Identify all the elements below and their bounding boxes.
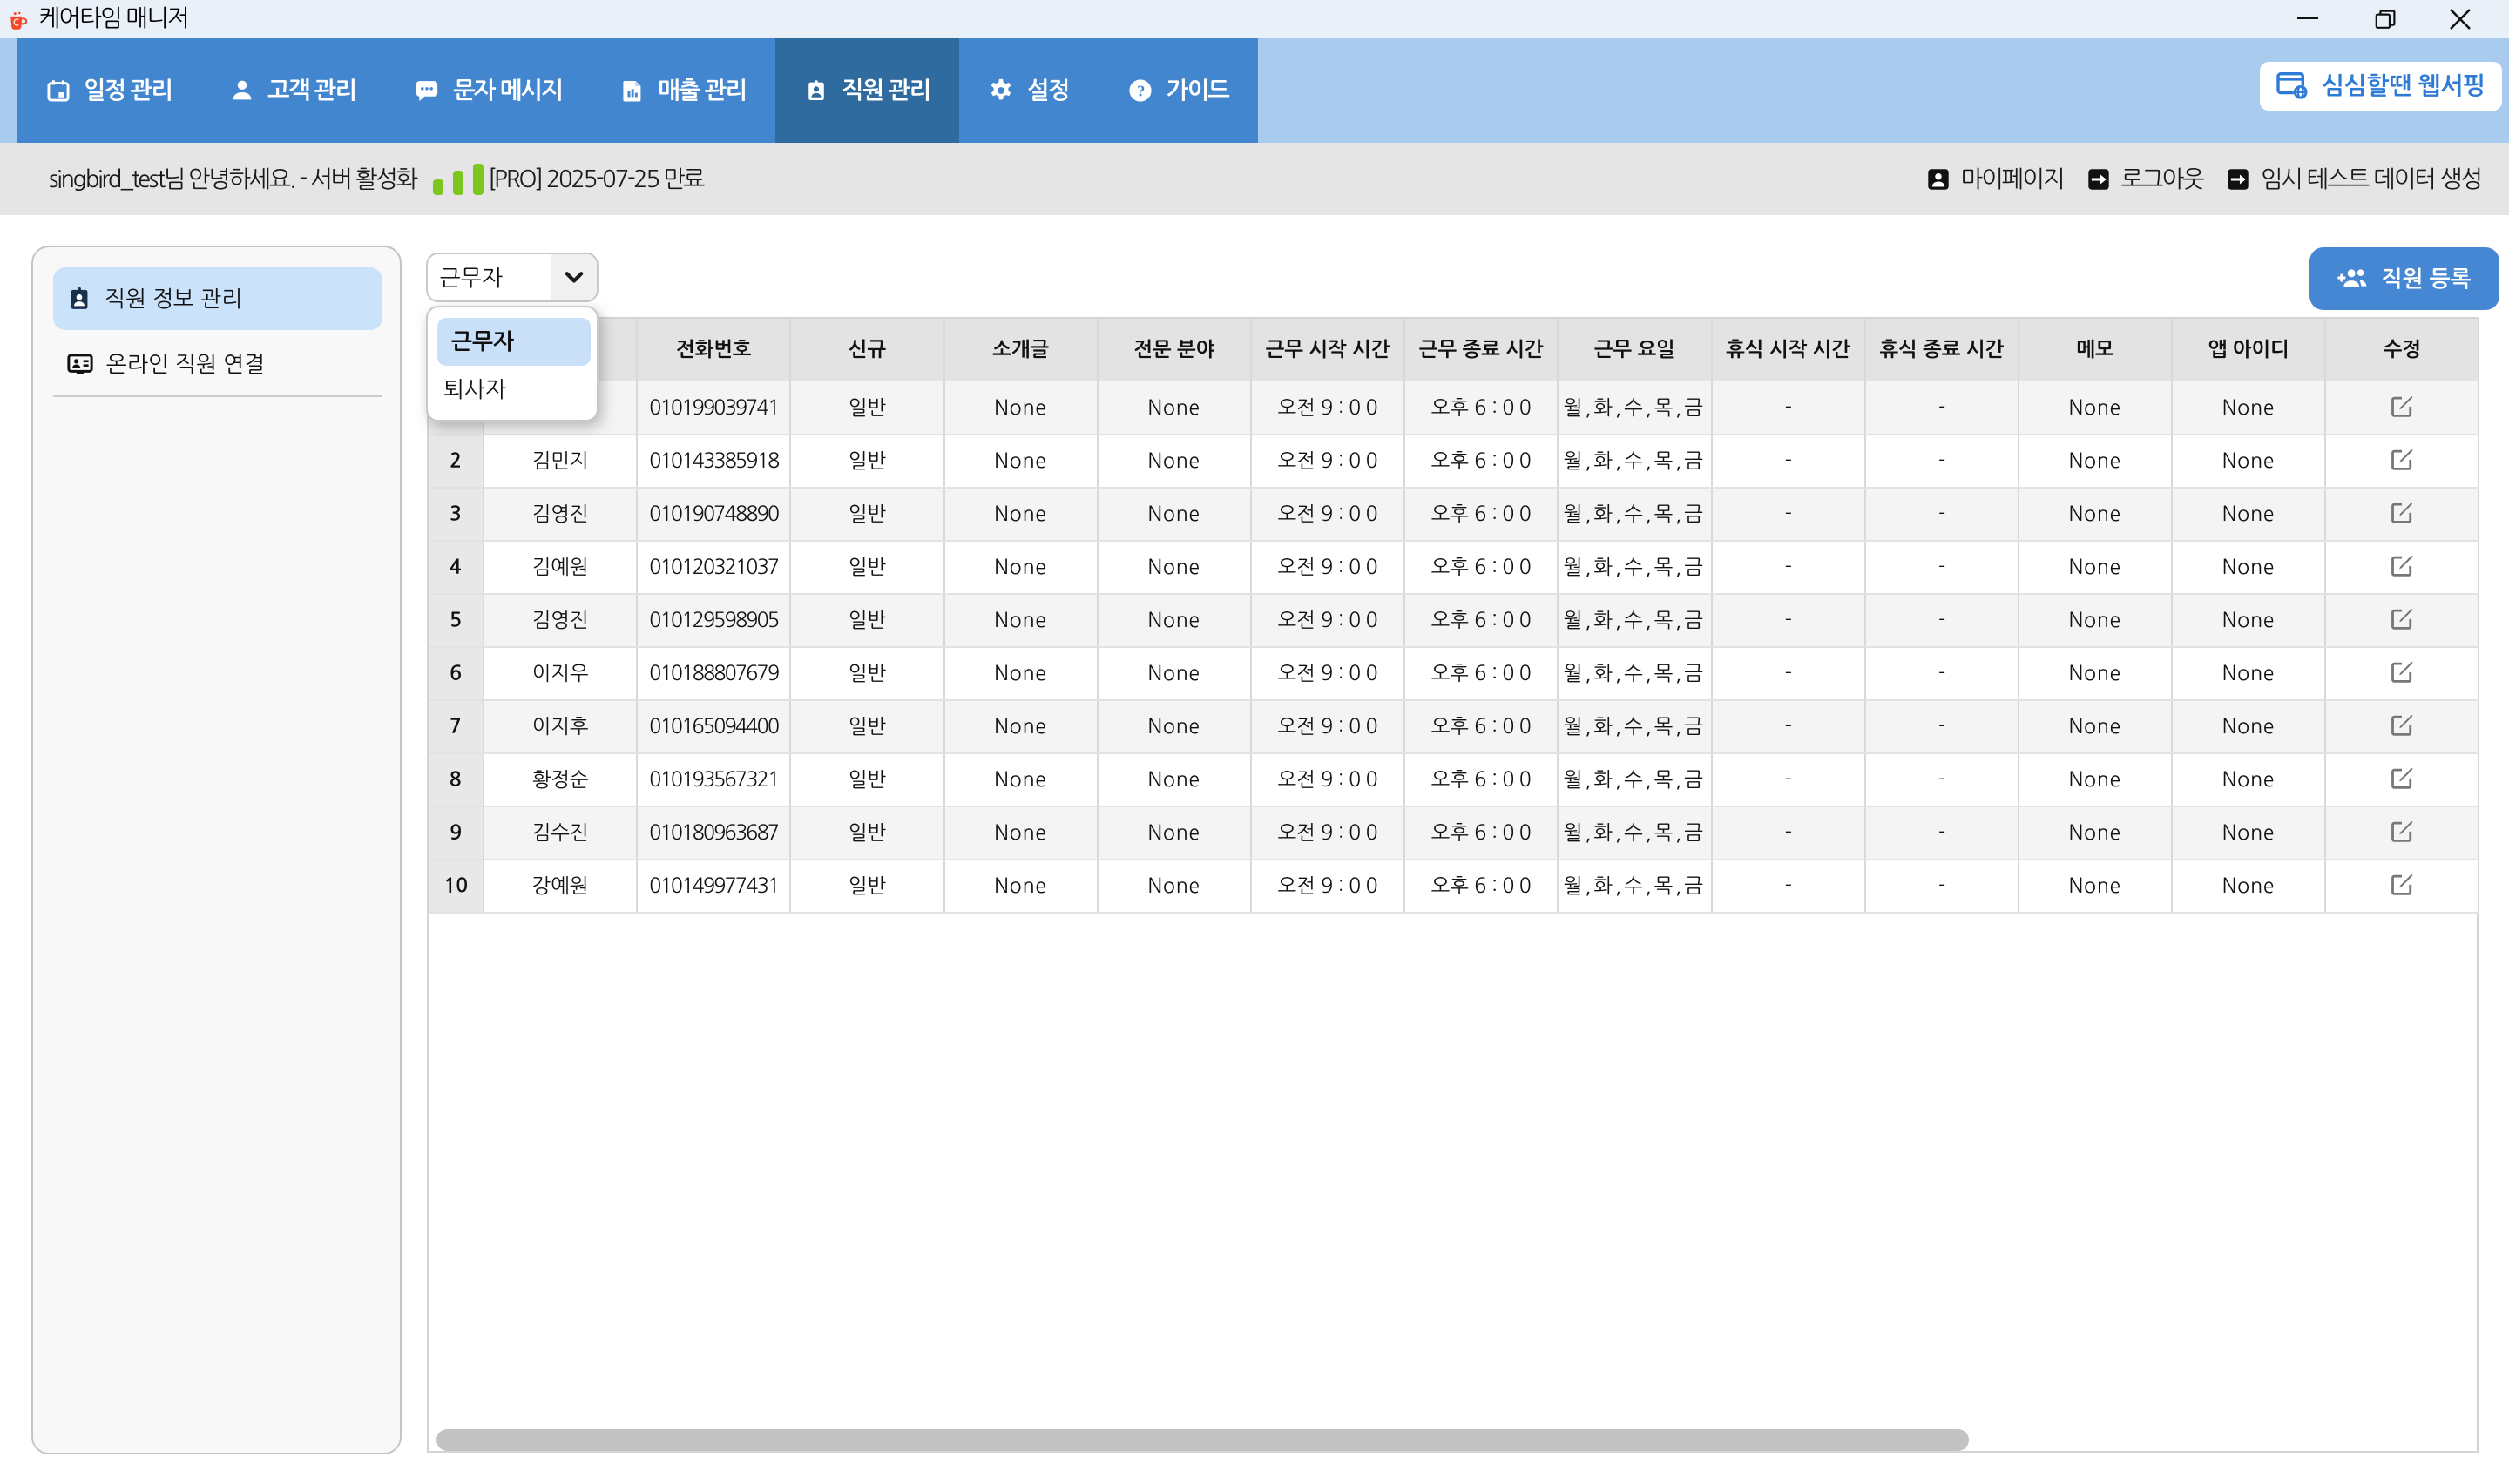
svg-text:?: ? (1137, 83, 1145, 98)
svg-text:C: C (13, 18, 19, 28)
